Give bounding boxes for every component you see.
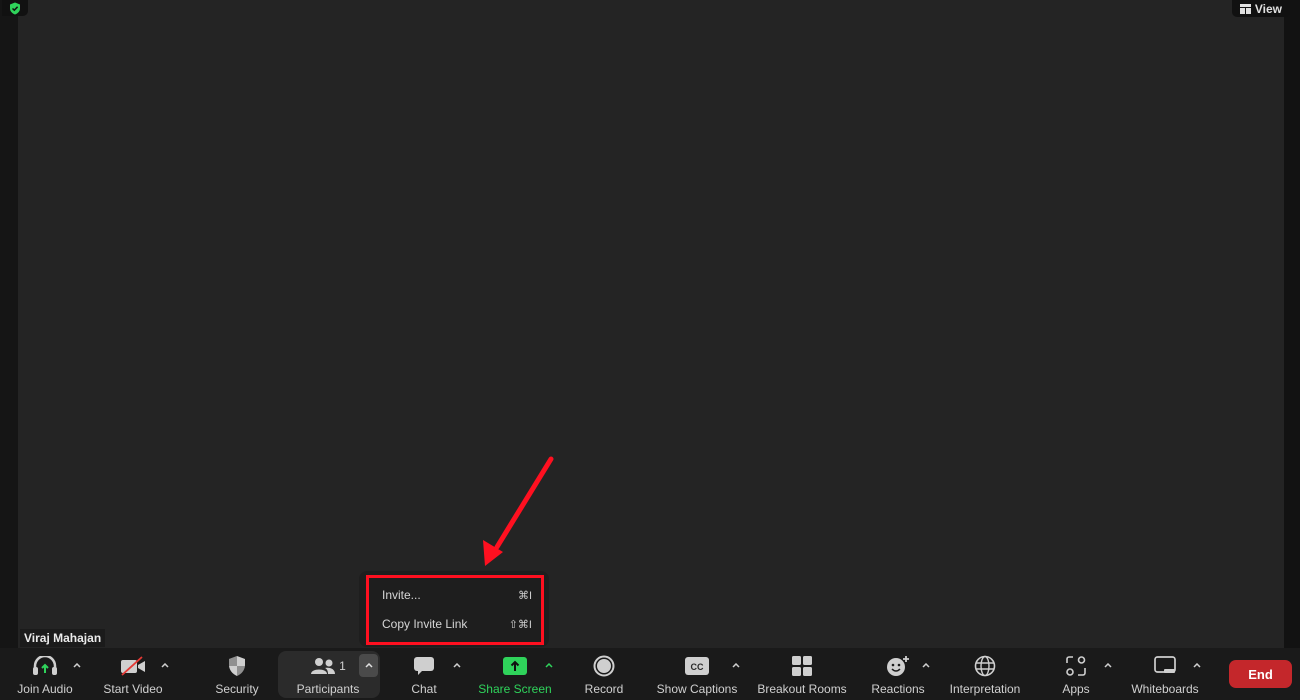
participant-count: 1 xyxy=(339,659,346,673)
breakout-rooms-label: Breakout Rooms xyxy=(757,682,847,696)
globe-icon xyxy=(974,655,996,677)
show-captions-label: Show Captions xyxy=(656,682,738,696)
cc-icon: CC xyxy=(685,657,709,675)
share-screen-label: Share Screen xyxy=(478,682,552,696)
chevron-up-icon xyxy=(922,662,930,668)
record-button[interactable]: Record xyxy=(576,648,632,700)
chevron-up-icon xyxy=(732,662,740,668)
chevron-up-icon xyxy=(73,662,81,668)
reactions-icon xyxy=(887,656,909,676)
chevron-up-icon xyxy=(545,662,553,668)
video-area xyxy=(18,0,1284,648)
view-label: View xyxy=(1254,1,1282,16)
apps-options-caret[interactable] xyxy=(1102,658,1114,672)
security-label: Security xyxy=(215,682,259,696)
join-audio-button[interactable]: Join Audio xyxy=(8,648,82,700)
apps-label: Apps xyxy=(1062,682,1090,696)
chevron-up-icon xyxy=(453,662,461,668)
interpretation-button[interactable]: Interpretation xyxy=(944,648,1026,700)
annotation-highlight-box xyxy=(366,575,544,645)
shield-icon xyxy=(229,656,245,676)
interpretation-label: Interpretation xyxy=(949,682,1021,696)
participants-icon xyxy=(311,658,336,674)
chevron-up-icon xyxy=(364,663,373,668)
view-button[interactable]: View xyxy=(1231,0,1290,17)
start-video-button[interactable]: Start Video xyxy=(96,648,170,700)
chat-options-caret[interactable] xyxy=(451,658,463,672)
whiteboards-label: Whiteboards xyxy=(1131,682,1199,696)
breakout-rooms-button[interactable]: Breakout Rooms xyxy=(752,648,852,700)
video-off-icon xyxy=(121,656,145,676)
chevron-up-icon xyxy=(1193,662,1201,668)
chat-label: Chat xyxy=(411,682,437,696)
start-video-options-caret[interactable] xyxy=(159,658,171,672)
whiteboard-icon xyxy=(1154,656,1176,673)
breakout-rooms-icon xyxy=(792,656,812,676)
security-button[interactable]: Security xyxy=(203,648,271,700)
grid-icon xyxy=(1239,3,1251,14)
reactions-label: Reactions xyxy=(871,682,925,696)
record-icon xyxy=(593,655,615,677)
right-edge-strip xyxy=(1284,0,1300,648)
participants-options-caret[interactable] xyxy=(359,654,378,677)
reactions-options-caret[interactable] xyxy=(920,658,932,672)
whiteboards-button[interactable]: Whiteboards xyxy=(1124,648,1206,700)
participant-name-tag: Viraj Mahajan xyxy=(20,629,106,647)
reactions-button[interactable]: Reactions xyxy=(866,648,930,700)
join-audio-label: Join Audio xyxy=(17,682,73,696)
participants-button[interactable]: 1 Participants xyxy=(286,648,370,700)
meeting-toolbar: Join Audio Start Video Security 1 Partic… xyxy=(0,648,1300,700)
show-captions-button[interactable]: CC Show Captions xyxy=(652,648,742,700)
show-captions-options-caret[interactable] xyxy=(730,658,742,672)
whiteboards-options-caret[interactable] xyxy=(1191,658,1203,672)
chevron-up-icon xyxy=(161,662,169,668)
chat-icon xyxy=(414,657,434,675)
start-video-label: Start Video xyxy=(103,682,163,696)
chevron-up-icon xyxy=(1104,662,1112,668)
apps-icon xyxy=(1066,656,1086,676)
headphones-icon xyxy=(33,656,57,675)
end-meeting-button[interactable]: End xyxy=(1229,660,1292,688)
apps-button[interactable]: Apps xyxy=(1052,648,1100,700)
encryption-badge[interactable] xyxy=(2,0,28,16)
share-screen-options-caret[interactable] xyxy=(543,658,555,672)
shield-check-icon xyxy=(10,2,20,14)
participants-label: Participants xyxy=(296,682,360,696)
svg-text:CC: CC xyxy=(691,662,704,672)
record-label: Record xyxy=(584,682,624,696)
share-screen-icon xyxy=(503,657,527,675)
join-audio-options-caret[interactable] xyxy=(71,658,83,672)
left-edge-strip xyxy=(0,0,18,648)
chat-button[interactable]: Chat xyxy=(400,648,448,700)
share-screen-button[interactable]: Share Screen xyxy=(474,648,556,700)
